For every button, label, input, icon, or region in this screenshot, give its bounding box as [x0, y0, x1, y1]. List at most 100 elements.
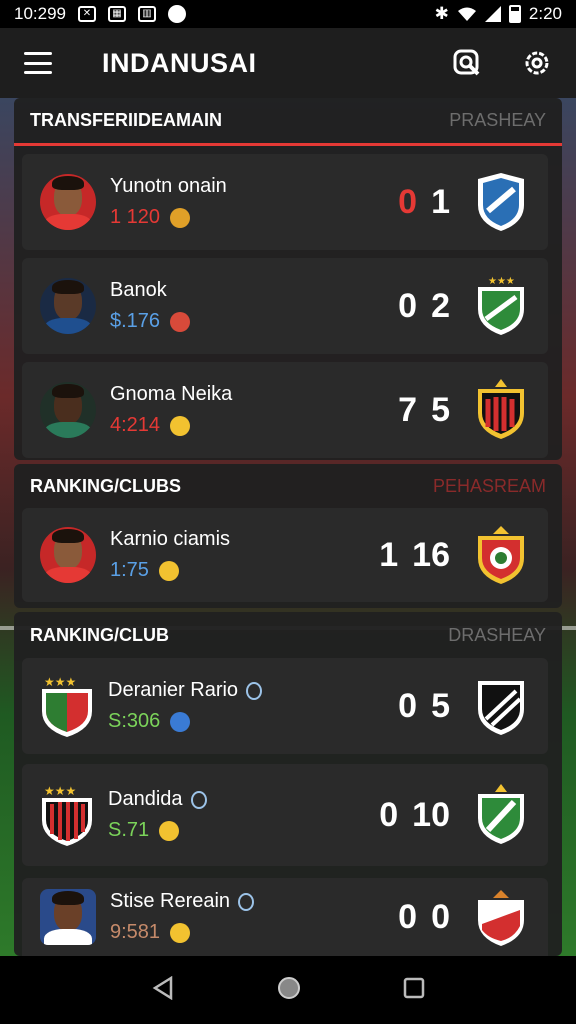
- coin-icon: [170, 415, 191, 436]
- score: 0 10: [379, 796, 450, 835]
- score: 0 5: [398, 687, 450, 726]
- player-value: 1 120: [110, 206, 161, 228]
- settings-icon[interactable]: [522, 48, 552, 78]
- bluetooth-icon: ✱: [434, 4, 449, 23]
- player-value: 4:214: [110, 414, 161, 436]
- svg-text:★★★: ★★★: [488, 276, 515, 287]
- list-item[interactable]: Yunotn onain 1 120 0 1: [22, 154, 548, 250]
- club-crest-icon: ★★★: [42, 675, 92, 737]
- club-crest-icon: ★★★: [478, 276, 524, 335]
- player-name: Yunotn onain: [110, 175, 227, 197]
- avatar: [40, 889, 96, 945]
- section-title: TRANSFERIIDEAMAIN: [30, 110, 222, 130]
- recents-icon[interactable]: [403, 977, 425, 1004]
- coin-icon: [159, 820, 180, 841]
- ranking-club-panel: RANKING/CLUB DRASHEAY ★★★ Deranier Rario…: [14, 612, 562, 956]
- list-item[interactable]: Banok $.176 0 2 ★★★: [22, 258, 548, 354]
- section-title: RANKING/CLUBS: [30, 475, 181, 496]
- ranking-clubs-panel: RANKING/CLUBS PEHASREAM Karnio ciamis 1:…: [14, 464, 562, 608]
- list-item[interactable]: Karnio ciamis 1:75 1 16: [22, 508, 548, 602]
- club-crest-icon: [478, 379, 524, 439]
- battery-icon: [508, 5, 521, 23]
- score: 1 16: [379, 536, 450, 575]
- score-away: 5: [431, 686, 450, 725]
- coin-icon: [170, 207, 191, 228]
- signal-icon: [484, 6, 501, 22]
- avatar: [40, 174, 96, 230]
- score-home: 0: [398, 182, 418, 221]
- score-home: 0: [398, 286, 418, 325]
- coin-icon: [170, 922, 191, 943]
- score-away: 5: [431, 390, 450, 429]
- droplet-icon: [190, 790, 207, 809]
- score-away: 1: [431, 182, 450, 221]
- chart-icon: ▥: [138, 6, 156, 22]
- club-crest-icon: [478, 890, 524, 946]
- club-crest-icon: [478, 784, 524, 844]
- score-away: 0: [431, 897, 450, 936]
- score-home: 0: [398, 686, 418, 725]
- droplet-icon: [246, 681, 263, 700]
- list-item[interactable]: ★★★ Dandida S.71 0 10: [22, 764, 548, 866]
- avatar: [40, 382, 96, 438]
- player-value: $.176: [110, 310, 161, 332]
- score: 7 5: [398, 391, 450, 430]
- section-header: RANKING/CLUB DRASHEAY: [14, 612, 562, 658]
- score: 0 2: [398, 287, 450, 326]
- club-crest-icon: [478, 681, 524, 735]
- list-item[interactable]: Stise Rereain 9:581 0 0: [22, 878, 548, 956]
- droplet-icon: [238, 892, 255, 911]
- back-icon[interactable]: [151, 975, 175, 1005]
- player-value: 9:581: [110, 921, 161, 943]
- score-away: 10: [412, 795, 450, 834]
- club-crest-icon: [478, 173, 524, 231]
- club-value: S:306: [108, 710, 161, 732]
- status-bar: 10:299 ✕ ▦ ▥ ✱ 2:20: [0, 0, 576, 28]
- section-link[interactable]: DRASHEAY: [448, 625, 546, 646]
- score-home: 1: [379, 535, 399, 574]
- club-crest-icon: [478, 526, 524, 584]
- section-link[interactable]: PEHASREAM: [433, 476, 546, 497]
- player-name: Stise Rereain: [110, 890, 231, 912]
- status-time-left: 10:299: [14, 4, 66, 23]
- score-home: 0: [398, 897, 418, 936]
- avatar: [40, 278, 96, 334]
- status-time-right: 2:20: [528, 4, 562, 23]
- section-link[interactable]: PRASHEAY: [449, 110, 546, 131]
- player-value: 1:75: [110, 559, 149, 581]
- search-icon[interactable]: [452, 48, 482, 78]
- club-crest-icon: ★★★: [42, 784, 92, 846]
- list-item[interactable]: ★★★ Deranier Rario S:306 0 5: [22, 658, 548, 754]
- grid-icon: ▦: [108, 6, 126, 22]
- coin-icon: [170, 711, 191, 732]
- score: 0 0: [398, 898, 450, 937]
- player-name: Karnio ciamis: [110, 528, 231, 550]
- avatar: [40, 527, 96, 583]
- coin-icon: [158, 560, 179, 581]
- score-home: 0: [379, 795, 399, 834]
- menu-icon[interactable]: [24, 52, 52, 74]
- section-header: TRANSFERIIDEAMAIN PRASHEAY: [14, 98, 562, 146]
- list-item[interactable]: Gnoma Neika 4:214 7 5: [22, 362, 548, 458]
- score: 0 1: [398, 183, 450, 222]
- score-away: 2: [431, 286, 450, 325]
- svg-text:★★★: ★★★: [44, 675, 76, 689]
- close-box-icon: ✕: [78, 6, 96, 22]
- record-icon: [168, 5, 186, 23]
- section-header: RANKING/CLUBS PEHASREAM: [14, 464, 562, 508]
- home-icon[interactable]: [277, 976, 301, 1005]
- club-name: Deranier Rario: [108, 679, 239, 701]
- transfer-panel: TRANSFERIIDEAMAIN PRASHEAY Yunotn onain …: [14, 98, 562, 460]
- section-title: RANKING/CLUB: [30, 624, 169, 645]
- system-nav-bar: [0, 956, 576, 1024]
- svg-text:★★★: ★★★: [44, 784, 76, 798]
- app-bar: INDANUSAI: [0, 28, 576, 98]
- player-name: Banok: [110, 279, 167, 301]
- coin-icon: [170, 311, 191, 332]
- club-value: S.71: [108, 819, 150, 841]
- score-home: 7: [398, 390, 418, 429]
- app-title: INDANUSAI: [102, 47, 257, 78]
- wifi-icon: [457, 7, 476, 21]
- player-name: Gnoma Neika: [110, 383, 233, 405]
- club-name: Dandida: [108, 788, 183, 810]
